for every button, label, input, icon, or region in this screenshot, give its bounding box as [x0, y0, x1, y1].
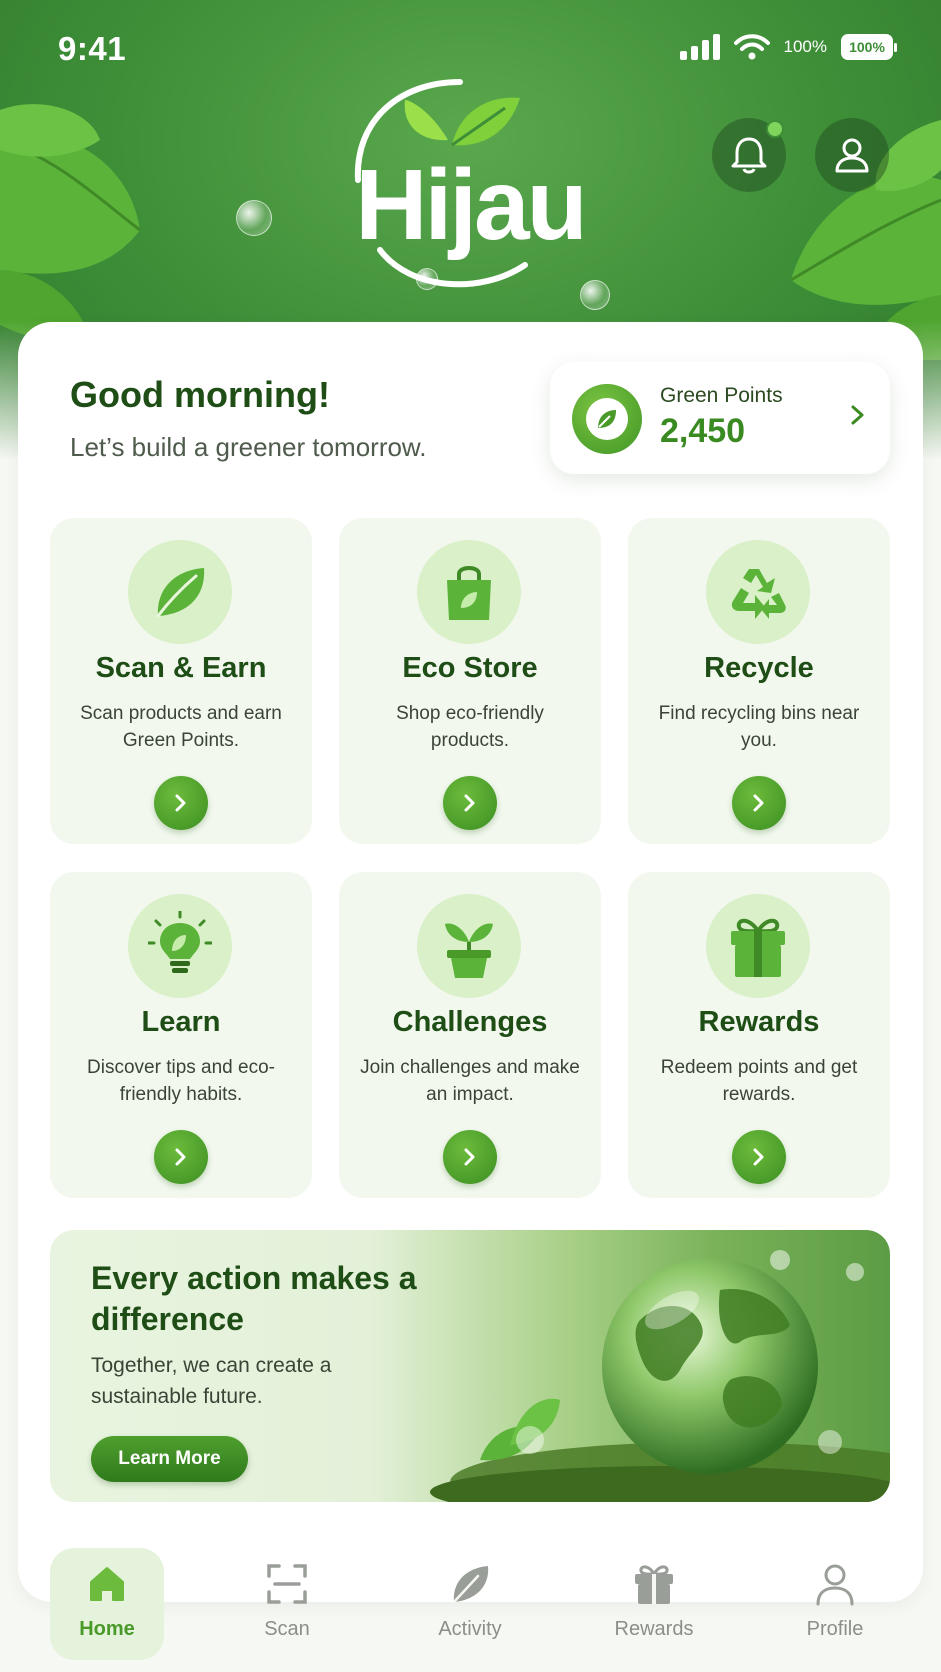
chevron-right-icon	[464, 1148, 475, 1166]
nav-label: Activity	[438, 1618, 502, 1640]
nav-label: Profile	[806, 1618, 864, 1640]
tile-go-button[interactable]	[443, 1130, 497, 1184]
glass-globe-illustration	[430, 1250, 890, 1502]
chevron-right-icon	[851, 405, 864, 425]
banner-subtitle: Together, we can create a sustainable fu…	[91, 1354, 332, 1408]
points-label: Green Points	[660, 384, 783, 407]
home-icon	[83, 1560, 131, 1608]
tile-title: Rewards	[698, 1006, 820, 1038]
tile-learn[interactable]: Learn Discover tips and eco-friendly hab…	[50, 872, 312, 1198]
lightbulb-icon	[128, 894, 232, 998]
tile-description: Shop eco-friendly products.	[396, 703, 544, 751]
chevron-right-icon	[753, 1148, 764, 1166]
gift-icon	[630, 1560, 678, 1608]
tile-title: Eco Store	[402, 652, 538, 684]
tile-go-button[interactable]	[732, 1130, 786, 1184]
nav-label: Rewards	[614, 1618, 694, 1640]
leaf-icon	[446, 1560, 494, 1608]
tile-scan-earn[interactable]: Scan & Earn Scan products and earn Green…	[50, 518, 312, 844]
chevron-right-icon	[753, 794, 764, 812]
tile-recycle[interactable]: Recycle Find recycling bins near you.	[628, 518, 890, 844]
tile-description: Redeem points and get rewards.	[660, 1057, 858, 1105]
mint-leaves-left-decoration	[0, 104, 141, 342]
nav-item-rewards[interactable]: Rewards	[597, 1548, 711, 1660]
potted-plant-icon	[417, 894, 521, 998]
chevron-right-icon	[175, 794, 186, 812]
notification-badge	[766, 120, 784, 138]
shopping-bag-icon	[417, 540, 521, 644]
app-logo: Hijau	[330, 70, 610, 300]
tile-go-button[interactable]	[154, 1130, 208, 1184]
chevron-right-icon	[175, 1148, 186, 1166]
cellular-signal-icon	[679, 34, 720, 60]
wifi-icon	[733, 34, 770, 60]
tile-go-button[interactable]	[154, 776, 208, 830]
bottom-navigation: Home Scan Activity Rewards Profile	[0, 1530, 941, 1672]
tile-go-button[interactable]	[732, 776, 786, 830]
tile-rewards[interactable]: Rewards Redeem points and get rewards.	[628, 872, 890, 1198]
tile-title: Recycle	[704, 652, 814, 684]
status-indicators: 100% 100%	[679, 34, 897, 60]
tile-title: Scan & Earn	[95, 652, 267, 684]
bell-icon	[731, 137, 767, 174]
battery-label: 100%	[849, 39, 885, 55]
points-value: 2,450	[660, 412, 746, 450]
nav-label: Scan	[264, 1618, 310, 1640]
banner-title: Every action makes a difference	[91, 1260, 417, 1337]
nav-item-scan[interactable]: Scan	[230, 1548, 344, 1660]
notifications-button[interactable]	[712, 118, 786, 192]
profile-button[interactable]	[815, 118, 889, 192]
water-droplet	[236, 200, 272, 236]
user-icon	[835, 138, 869, 173]
nav-item-activity[interactable]: Activity	[413, 1548, 527, 1660]
battery-percent-text: 100%	[783, 37, 827, 56]
chevron-right-icon	[464, 794, 475, 812]
tile-description: Find recycling bins near you.	[658, 703, 860, 751]
tile-challenges[interactable]: Challenges Join challenges and make an i…	[339, 872, 601, 1198]
nav-label: Home	[79, 1618, 135, 1640]
greeting-subtitle: Let’s build a greener tomorrow.	[70, 432, 427, 462]
tile-description: Join challenges and make an impact.	[360, 1057, 580, 1105]
user-icon	[811, 1560, 859, 1608]
nav-item-profile[interactable]: Profile	[778, 1548, 892, 1660]
recycle-icon	[706, 540, 810, 644]
home-content-card: Good morning! Let’s build a greener tomo…	[18, 322, 923, 1602]
sustainability-banner: Every action makes a difference Together…	[50, 1230, 890, 1502]
scan-frame-icon	[263, 1560, 311, 1608]
tile-title: Learn	[141, 1006, 221, 1038]
greeting-title: Good morning!	[70, 374, 330, 415]
tile-description: Discover tips and eco-friendly habits.	[87, 1057, 275, 1105]
status-time: 9:41	[58, 30, 127, 67]
app-name: Hijau	[355, 149, 587, 261]
learn-more-button[interactable]: Learn More	[91, 1436, 248, 1482]
green-points-card[interactable]: Green Points 2,450	[550, 362, 890, 474]
gift-icon	[706, 894, 810, 998]
tile-eco-store[interactable]: Eco Store Shop eco-friendly products.	[339, 518, 601, 844]
leaf-coin-icon	[572, 384, 642, 454]
battery-icon: 100%	[841, 34, 897, 60]
tile-title: Challenges	[392, 1006, 548, 1038]
tile-description: Scan products and earn Green Points.	[80, 703, 282, 751]
tile-go-button[interactable]	[443, 776, 497, 830]
nav-item-home[interactable]: Home	[50, 1548, 164, 1660]
leaf-icon	[128, 540, 232, 644]
